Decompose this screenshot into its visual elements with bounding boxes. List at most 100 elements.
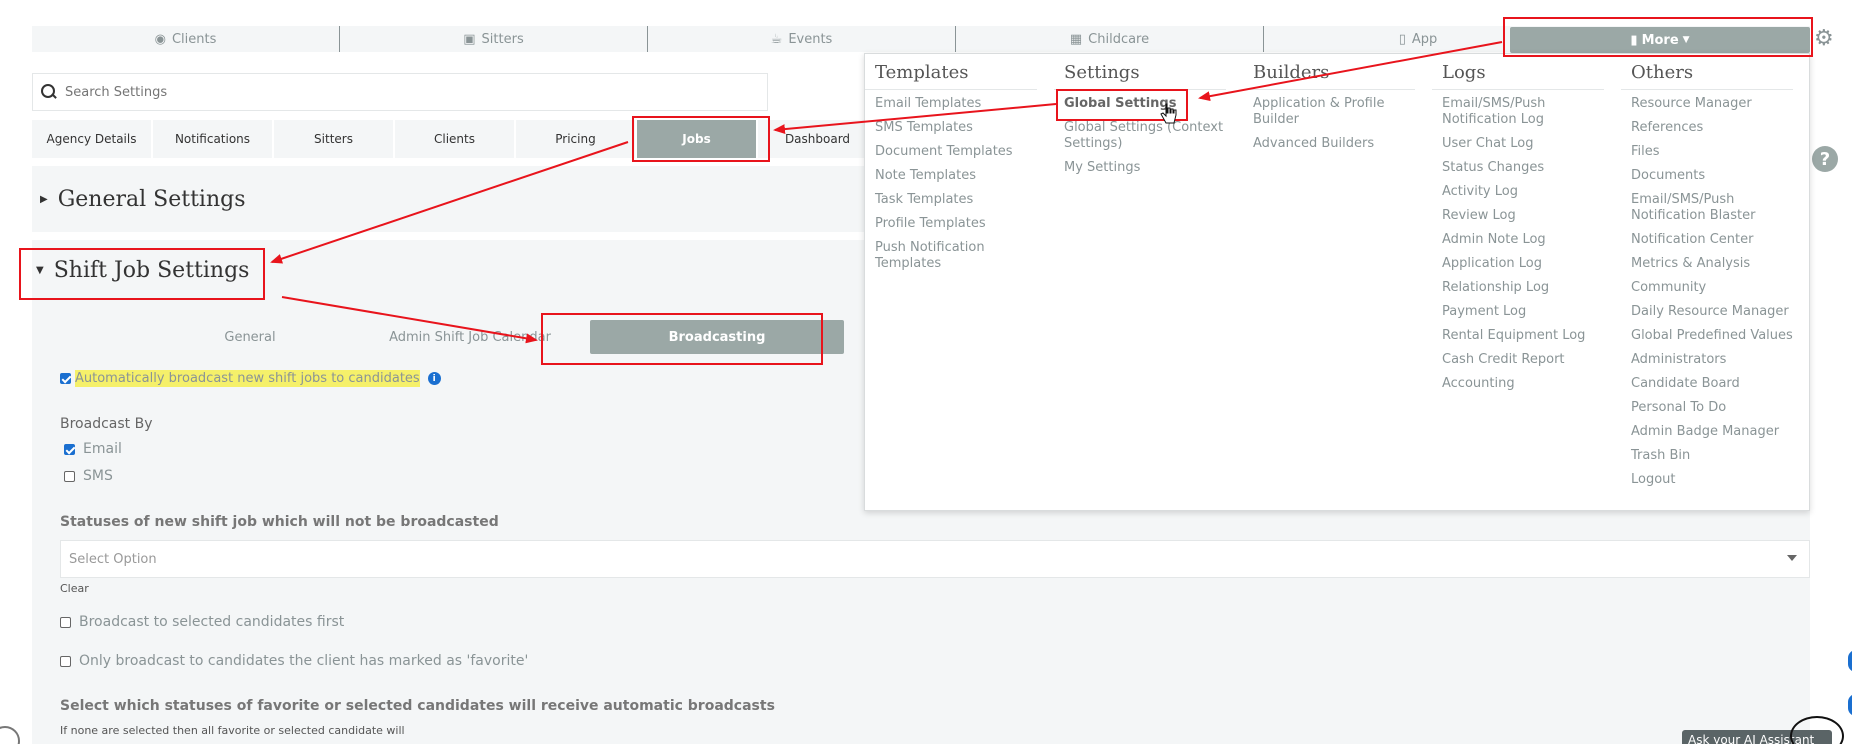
menu-heading: Others (1621, 54, 1793, 90)
menu-item-status-changes[interactable]: Status Changes (1442, 160, 1612, 176)
menu-item-sms-templates[interactable]: SMS Templates (875, 120, 1045, 136)
menu-item-logout[interactable]: Logout (1631, 472, 1801, 488)
tab-agency-details[interactable]: Agency Details (32, 120, 153, 158)
tab-sitters[interactable]: Sitters (274, 120, 395, 158)
menu-item-activity-log[interactable]: Activity Log (1442, 184, 1612, 200)
menu-heading: Templates (865, 54, 1037, 90)
tab-dashboard[interactable]: Dashboard (758, 120, 879, 158)
nav-label: Events (788, 31, 833, 47)
menu-item-cash-credit-report[interactable]: Cash Credit Report (1442, 352, 1612, 368)
statuses-label: Statuses of new shift job which will not… (60, 514, 499, 530)
calendar-icon: ▦ (1069, 31, 1083, 47)
nav-childcare[interactable]: ▦ Childcare (956, 26, 1264, 52)
selected-first-row: Broadcast to selected candidates first (60, 614, 344, 630)
annotation-box-more (1503, 17, 1813, 57)
menu-item-relationship-log[interactable]: Relationship Log (1442, 280, 1612, 296)
menu-item-documents[interactable]: Documents (1631, 168, 1801, 184)
menu-item-email-templates[interactable]: Email Templates (875, 96, 1045, 112)
menu-item-references[interactable]: References (1631, 120, 1801, 136)
menu-col-builders: Builders Application & Profile Builder A… (1243, 54, 1423, 160)
select-placeholder: Select Option (69, 551, 157, 567)
menu-col-logs: Logs Email/SMS/Push Notification Log Use… (1432, 54, 1612, 400)
selected-first-checkbox[interactable] (60, 616, 71, 628)
menu-item-profile-builder[interactable]: Application & Profile Builder (1253, 96, 1423, 128)
statuses-fav-label: Select which statuses of favorite or sel… (60, 698, 775, 714)
menu-heading: Builders (1243, 54, 1415, 90)
annotation-box-shift-settings (19, 248, 265, 300)
menu-item-note-templates[interactable]: Note Templates (875, 168, 1045, 184)
side-widget-icon[interactable] (1848, 694, 1852, 716)
email-checkbox[interactable] (64, 443, 75, 455)
email-label: Email (83, 441, 122, 457)
menu-item-metrics-analysis[interactable]: Metrics & Analysis (1631, 256, 1801, 272)
menu-item-advanced-builders[interactable]: Advanced Builders (1253, 136, 1423, 152)
menu-item-notification-log[interactable]: Email/SMS/Push Notification Log (1442, 96, 1612, 128)
menu-item-review-log[interactable]: Review Log (1442, 208, 1612, 224)
statuses-select[interactable]: Select Option (60, 540, 1810, 578)
menu-item-community[interactable]: Community (1631, 280, 1801, 296)
menu-col-others: Others Resource Manager References Files… (1621, 54, 1801, 496)
menu-item-accounting[interactable]: Accounting (1442, 376, 1612, 392)
menu-item-daily-resource-manager[interactable]: Daily Resource Manager (1631, 304, 1801, 320)
gear-icon[interactable]: ⚙ (1814, 26, 1834, 52)
clear-link[interactable]: Clear (60, 582, 89, 595)
info-icon[interactable]: i (427, 372, 441, 385)
favorite-only-checkbox[interactable] (60, 655, 71, 667)
sms-label: SMS (83, 468, 113, 484)
favorite-only-label: Only broadcast to candidates the client … (79, 653, 529, 669)
ask-ai-highlight (1790, 716, 1844, 744)
nav-label: Childcare (1088, 31, 1150, 47)
auto-broadcast-checkbox[interactable] (60, 373, 71, 384)
menu-item-global-context-settings[interactable]: Global Settings (Context Settings) (1064, 120, 1234, 152)
menu-item-notification-center[interactable]: Notification Center (1631, 232, 1801, 248)
statuses-fav-note: If none are selected then all favorite o… (60, 724, 405, 737)
tab-pricing[interactable]: Pricing (516, 120, 637, 158)
menu-item-resource-manager[interactable]: Resource Manager (1631, 96, 1801, 112)
menu-item-admin-note-log[interactable]: Admin Note Log (1442, 232, 1612, 248)
menu-col-templates: Templates Email Templates SMS Templates … (865, 54, 1045, 280)
menu-item-candidate-board[interactable]: Candidate Board (1631, 376, 1801, 392)
settings-page: ◉ Clients ▣ Sitters ☕ Events ▦ Childcare… (0, 0, 1852, 744)
nav-clients[interactable]: ◉ Clients (32, 26, 340, 52)
sms-checkbox[interactable] (64, 470, 75, 482)
tab-clients[interactable]: Clients (395, 120, 516, 158)
broadcast-sms-row: SMS (64, 468, 113, 484)
help-icon[interactable]: ? (1812, 146, 1838, 172)
menu-item-profile-templates[interactable]: Profile Templates (875, 216, 1045, 232)
tab-notifications[interactable]: Notifications (153, 120, 274, 158)
chevron-down-icon (1787, 555, 1797, 561)
side-widget-icon[interactable] (1848, 650, 1852, 672)
nav-sitters[interactable]: ▣ Sitters (340, 26, 648, 52)
menu-item-notification-blaster[interactable]: Email/SMS/Push Notification Blaster (1631, 192, 1801, 224)
menu-item-user-chat-log[interactable]: User Chat Log (1442, 136, 1612, 152)
favorite-only-row: Only broadcast to candidates the client … (60, 653, 528, 669)
caret-right-icon: ▶ (40, 193, 48, 205)
menu-item-trash-bin[interactable]: Trash Bin (1631, 448, 1801, 464)
menu-heading: Logs (1432, 54, 1604, 90)
clock-icon[interactable] (0, 726, 20, 744)
annotation-box-broadcasting (541, 313, 823, 365)
annotation-box-global-settings (1056, 89, 1188, 121)
more-dropdown-menu: Templates Email Templates SMS Templates … (864, 53, 1810, 511)
search-input[interactable] (65, 84, 745, 100)
menu-item-rental-equipment-log[interactable]: Rental Equipment Log (1442, 328, 1612, 344)
menu-item-files[interactable]: Files (1631, 144, 1801, 160)
broadcast-email-row: Email (64, 441, 122, 457)
search-bar (32, 73, 768, 111)
menu-item-push-templates[interactable]: Push Notification Templates (875, 240, 1045, 272)
menu-item-task-templates[interactable]: Task Templates (875, 192, 1045, 208)
menu-item-global-predefined-values[interactable]: Global Predefined Values (1631, 328, 1801, 344)
nav-events[interactable]: ☕ Events (648, 26, 956, 52)
menu-item-document-templates[interactable]: Document Templates (875, 144, 1045, 160)
trophy-icon: ☕ (770, 31, 783, 47)
menu-item-administrators[interactable]: Administrators (1631, 352, 1801, 368)
menu-item-application-log[interactable]: Application Log (1442, 256, 1612, 272)
menu-item-payment-log[interactable]: Payment Log (1442, 304, 1612, 320)
menu-item-my-settings[interactable]: My Settings (1064, 160, 1234, 176)
auto-broadcast-label: Automatically broadcast new shift jobs t… (75, 370, 420, 387)
menu-item-personal-todo[interactable]: Personal To Do (1631, 400, 1801, 416)
selected-first-label: Broadcast to selected candidates first (79, 614, 345, 630)
menu-item-admin-badge-manager[interactable]: Admin Badge Manager (1631, 424, 1801, 440)
subtab-general[interactable]: General (150, 330, 350, 345)
mobile-icon: ▯ (1398, 31, 1406, 47)
